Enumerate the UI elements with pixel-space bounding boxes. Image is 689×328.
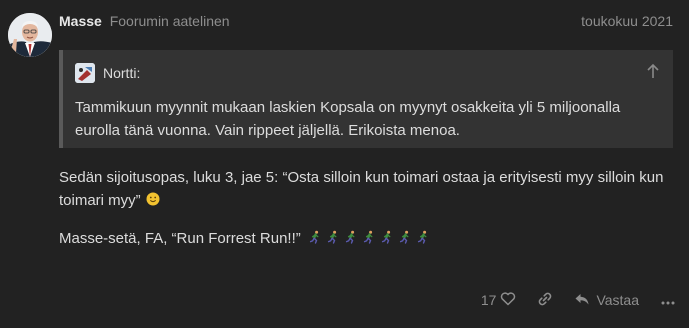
more-options-button[interactable] [661,292,675,308]
like-button[interactable]: 17 [481,291,517,309]
running-man-icon [308,228,322,244]
like-count: 17 [480,292,497,308]
quote-block: Nortti: Tammikuun myynnit mukaan laskien… [59,50,673,148]
user-avatar[interactable] [8,13,52,57]
running-man-icon [362,228,376,244]
running-man-icon [416,228,430,244]
ellipsis-icon [661,292,675,308]
slightly-smiling-face-icon [146,190,160,206]
reply-icon [574,292,590,309]
running-man-icon [326,228,340,244]
share-link-button[interactable] [537,291,553,310]
running-man-icon [344,228,358,244]
running-man-icon [380,228,394,244]
reply-label: Vastaa [596,292,639,308]
paragraph-text: Masse-setä, FA, “Run Forrest Run!!” [59,230,301,247]
quote-header: Nortti: [75,62,140,84]
post-actions: 17 Vastaa [481,289,675,311]
running-man-icon [398,228,412,244]
quote-avatar [75,63,95,83]
reply-button[interactable]: Vastaa [574,292,639,309]
post-header: Masse Foorumin aatelinen toukokuu 2021 [59,13,673,31]
arrow-up-icon[interactable] [645,62,661,80]
post-paragraph: Masse-setä, FA, “Run Forrest Run!!” [59,227,679,250]
quote-text: Tammikuun myynnit mukaan laskien Kopsala… [75,99,621,139]
post-paragraph: Sedän sijoitusopas, luku 3, jae 5: “Osta… [59,166,679,212]
running-emojis [305,230,431,247]
heart-icon [500,291,516,309]
post-date[interactable]: toukokuu 2021 [581,13,673,29]
quote-author: Nortti: [103,65,141,81]
user-title: Foorumin aatelinen [109,13,230,29]
username[interactable]: Masse [59,13,102,29]
link-icon [537,291,553,310]
